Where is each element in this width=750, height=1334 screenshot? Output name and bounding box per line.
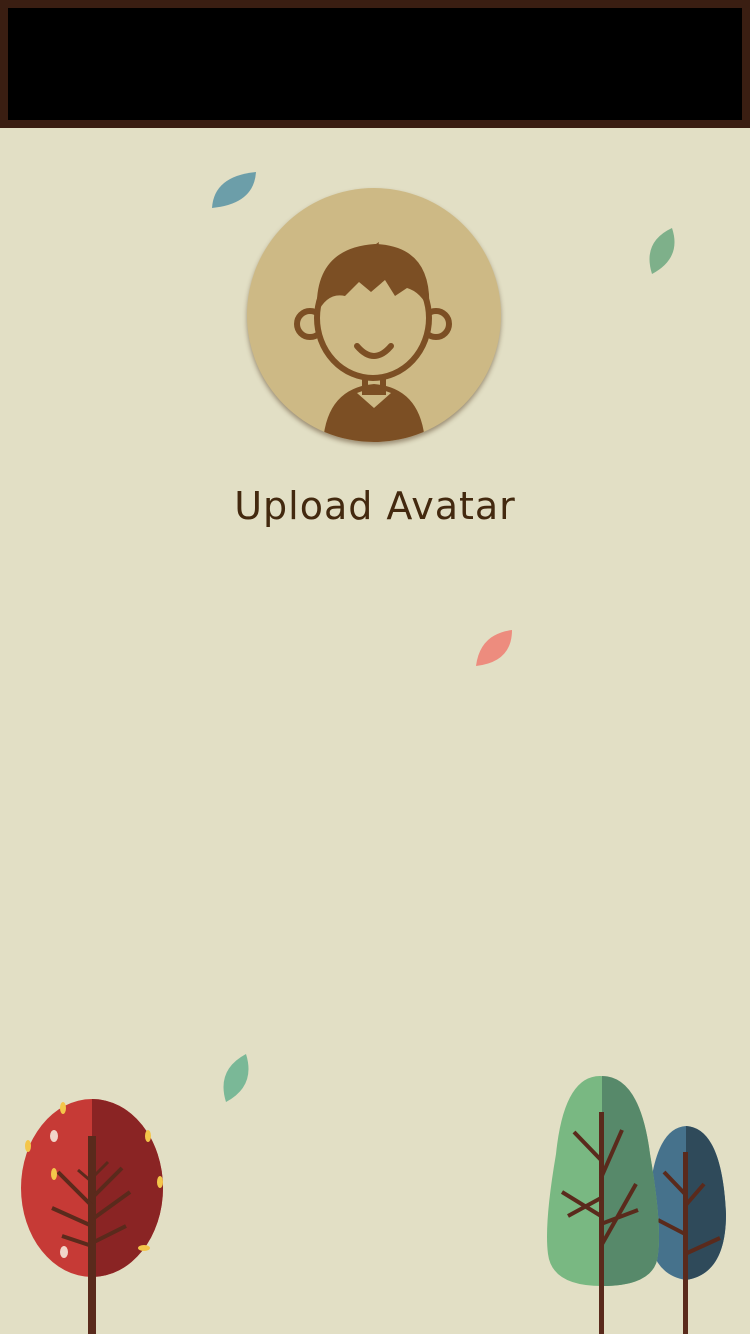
red-tree-icon xyxy=(21,1099,163,1334)
upload-avatar-label[interactable]: Upload Avatar xyxy=(0,484,750,528)
leaf-icon xyxy=(212,172,256,208)
green-tree-icon xyxy=(547,1076,659,1334)
leaf-icon xyxy=(649,228,675,274)
avatar-upload-button[interactable] xyxy=(247,188,501,442)
leaf-icon xyxy=(476,630,512,666)
user-avatar-icon xyxy=(294,242,452,442)
top-bar xyxy=(0,0,750,128)
leaf-icon xyxy=(223,1054,249,1102)
